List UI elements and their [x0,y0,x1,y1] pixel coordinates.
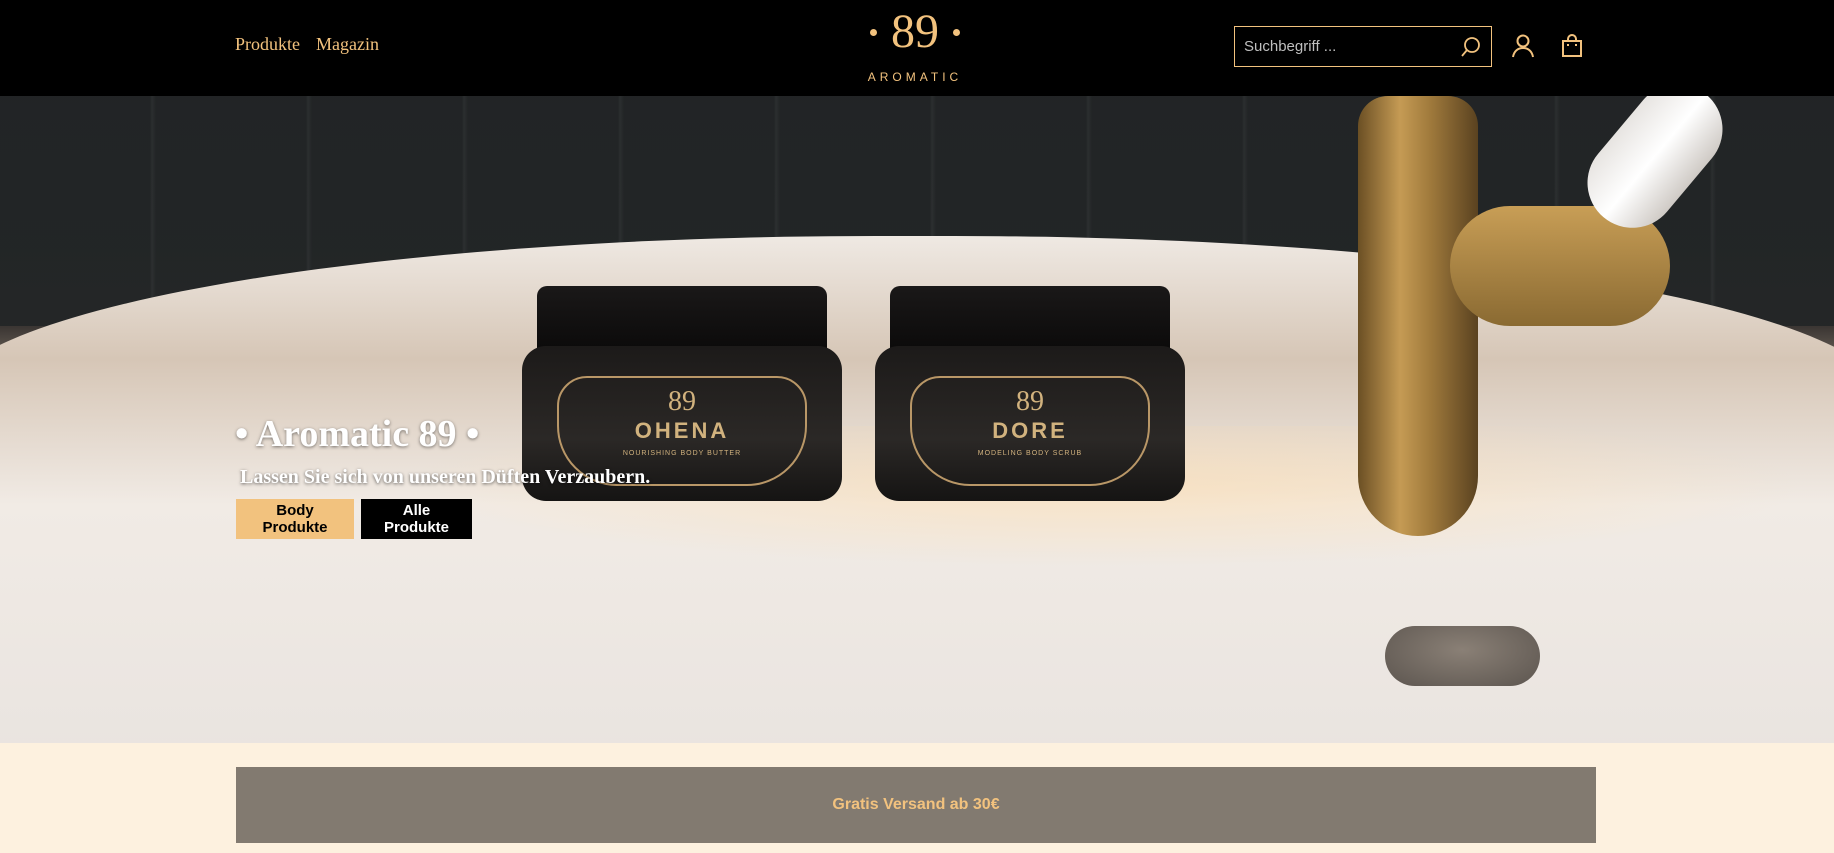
faucet-pipe [1358,96,1478,536]
product-jar-ohena: 89 OHENA NOURISHING BODY BUTTER [522,286,842,526]
hero-title: • Aromatic 89 • [235,413,480,455]
jar-label-number: 89 [668,386,696,417]
body-produkte-button[interactable]: Body Produkte [236,499,354,539]
logo-dot-right [953,28,960,36]
sink-drain [1385,626,1540,686]
jar-label-name: DORE [992,418,1068,443]
nav-item-magazin[interactable]: Magazin [316,34,379,55]
nav-item-produkte[interactable]: Produkte [235,34,300,55]
shopping-bag-icon[interactable] [1559,33,1585,59]
logo-mark: 89 [850,6,980,58]
jar-label-number: 89 [1016,386,1044,417]
user-icon[interactable] [1510,33,1536,59]
alle-produkte-button[interactable]: Alle Produkte [361,499,472,539]
jar-label-desc: MODELING BODY SCRUB [977,450,1083,457]
search-box [1234,26,1492,67]
search-icon[interactable] [1459,35,1483,59]
site-header: Produkte Magazin 89 AROMATIC [0,0,1834,96]
jar-label: 89 DORE MODELING BODY SCRUB [910,376,1150,486]
jar-label-name: OHENA [634,418,730,443]
hero-banner: 89 OHENA NOURISHING BODY BUTTER 89 DORE … [0,96,1834,743]
site-logo[interactable]: 89 AROMATIC [850,6,980,88]
hero-faucet [1320,96,1741,536]
logo-dot-left [870,28,877,36]
shipping-banner: Gratis Versand ab 30€ [236,767,1596,843]
main-nav: Produkte Magazin [235,34,379,55]
logo-number: 89 [891,5,939,58]
product-jar-dore: 89 DORE MODELING BODY SCRUB [875,286,1185,536]
shipping-text: Gratis Versand ab 30€ [832,796,1000,813]
logo-subtitle: AROMATIC [867,70,963,84]
hero-subtitle: Lassen Sie sich von unseren Düften Verza… [240,466,651,488]
search-input[interactable] [1235,27,1455,66]
jar-label-desc: NOURISHING BODY BUTTER [622,450,742,457]
